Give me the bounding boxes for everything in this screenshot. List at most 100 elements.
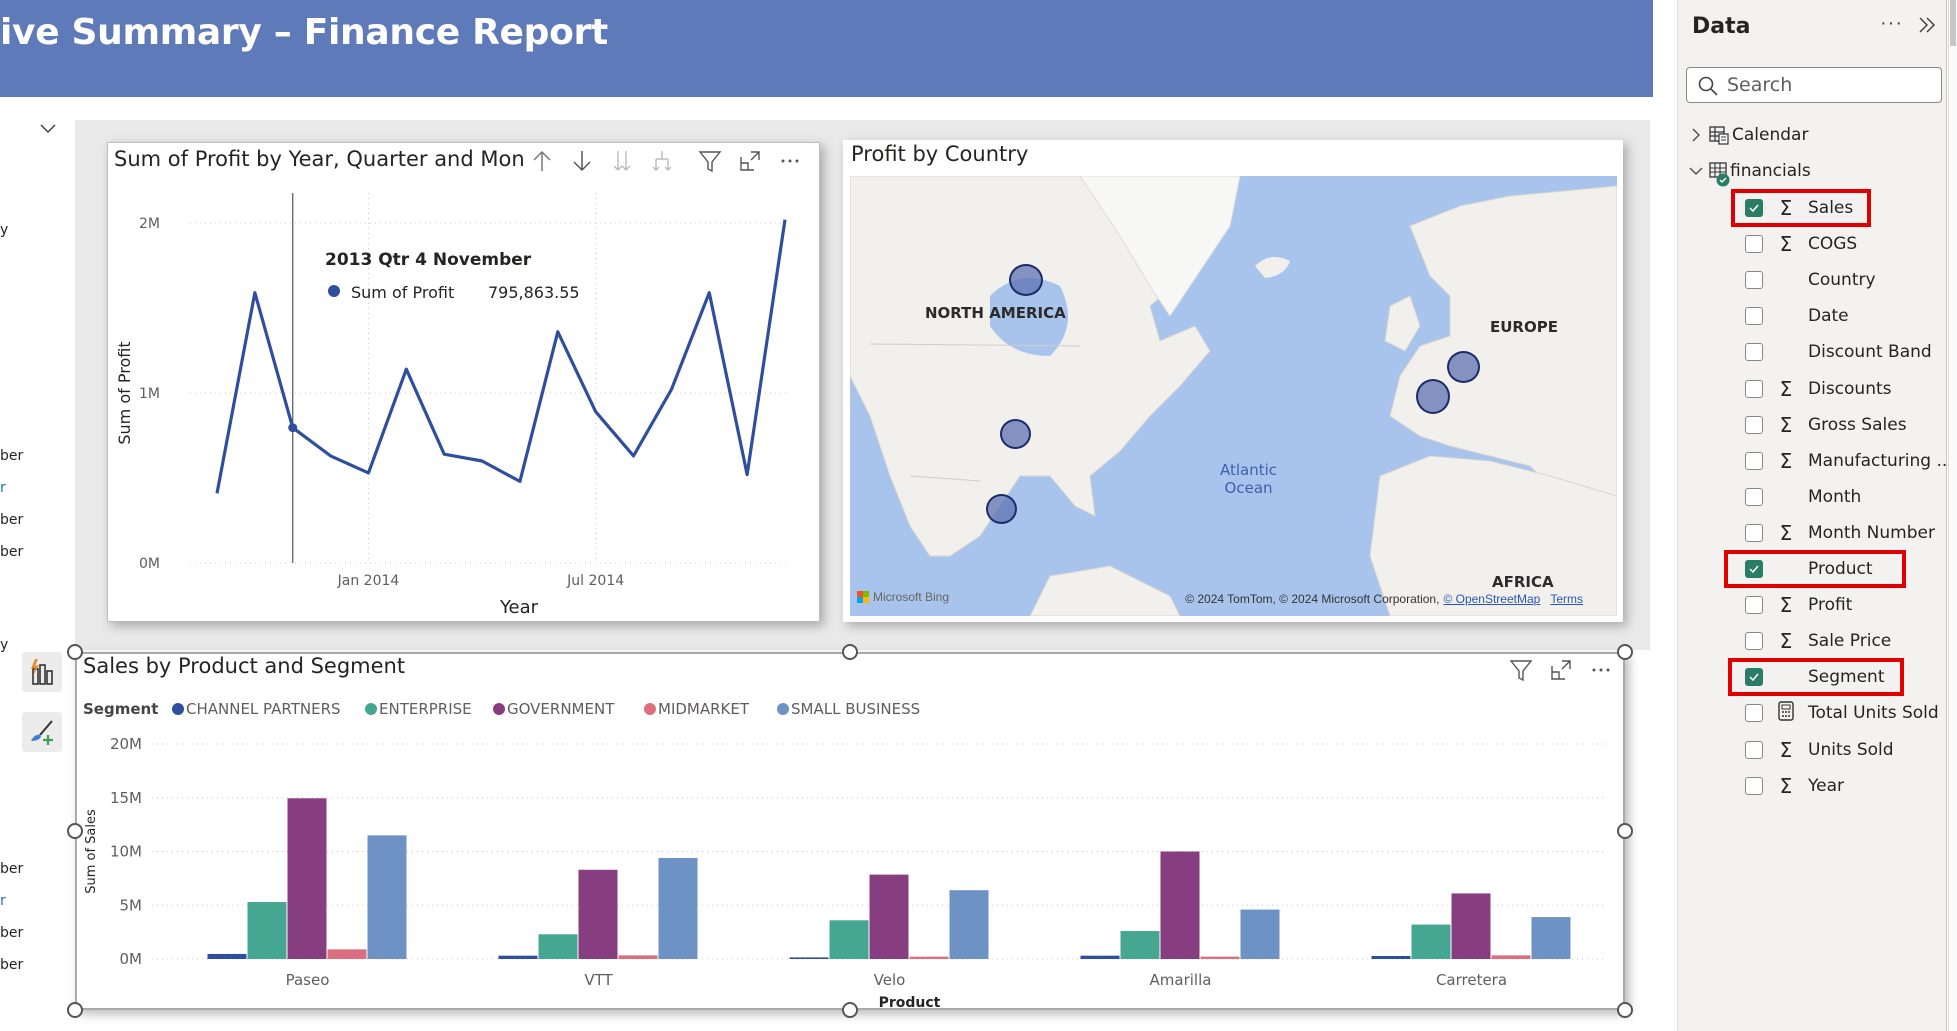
bar-vtt-midmarket[interactable]: [618, 955, 658, 959]
bar-vtt-government[interactable]: [578, 869, 618, 959]
field-profit[interactable]: Σ Profit: [1745, 590, 1852, 620]
bar-paseo-small-business[interactable]: [367, 835, 407, 959]
field-cogs[interactable]: Σ COGS: [1745, 229, 1857, 259]
filter-fragment-text[interactable]: ber: [0, 512, 23, 528]
filter-fragment-text[interactable]: y: [0, 637, 8, 653]
bar-velo-enterprise[interactable]: [829, 920, 869, 959]
resize-handle-bottom-right[interactable]: [1617, 1002, 1633, 1018]
legend-item[interactable]: CHANNEL PARTNERS: [186, 700, 341, 718]
field-total-units-sold[interactable]: Total Units Sold: [1745, 698, 1939, 728]
field-units-sold[interactable]: Σ Units Sold: [1745, 735, 1894, 765]
bar-amarilla-enterprise[interactable]: [1120, 931, 1160, 959]
resize-handle-bottom[interactable]: [842, 1002, 858, 1018]
filter-fragment-text[interactable]: ber: [0, 448, 23, 464]
field-manufacturing[interactable]: Σ Manufacturing ...: [1745, 446, 1953, 476]
bar-velo-midmarket[interactable]: [909, 956, 949, 959]
table-financials[interactable]: financials: [1688, 156, 1811, 187]
filter-fragment-text[interactable]: ber: [0, 544, 23, 560]
bar-amarilla-government[interactable]: [1160, 851, 1200, 960]
legend-item[interactable]: SMALL BUSINESS: [791, 700, 920, 718]
resize-handle-bottom-left[interactable]: [67, 1002, 83, 1018]
field-checkbox[interactable]: [1745, 596, 1763, 615]
field-checkbox[interactable]: [1745, 704, 1763, 723]
field-checkbox[interactable]: [1745, 523, 1763, 542]
chevron-down-icon[interactable]: [38, 118, 58, 138]
bar-carretera-government[interactable]: [1451, 893, 1491, 959]
bar-vtt-small-business[interactable]: [658, 857, 698, 959]
bar-carretera-small-business[interactable]: [1531, 917, 1571, 959]
map-visual[interactable]: Profit by Country NORTH AMERICA EUROPE A…: [843, 140, 1623, 622]
map-bubble-united-states[interactable]: [1000, 419, 1031, 449]
field-gross-sales[interactable]: Σ Gross Sales: [1745, 410, 1907, 440]
legend-item[interactable]: GOVERNMENT: [507, 700, 615, 718]
filter-fragment-text[interactable]: y: [0, 222, 8, 238]
field-discount-band[interactable]: Discount Band: [1745, 337, 1932, 367]
clustered-column-chart-visual[interactable]: Sales by Product and Segment Segment CHAN…: [75, 652, 1625, 1010]
filter-fragment-text[interactable]: ber: [0, 861, 23, 877]
field-checkbox[interactable]: [1745, 632, 1763, 651]
map-bubble-canada[interactable]: [1009, 264, 1043, 296]
data-point[interactable]: [288, 423, 298, 433]
map-bubble-mexico[interactable]: [986, 494, 1017, 524]
field-year[interactable]: Σ Year: [1745, 771, 1844, 801]
chevron-down-icon[interactable]: [1688, 163, 1704, 179]
filter-fragment-text[interactable]: ber: [0, 925, 23, 941]
bar-vtt-enterprise[interactable]: [538, 934, 578, 959]
more-options-icon[interactable]: ···: [1880, 12, 1903, 35]
table-calendar[interactable]: Calendar: [1688, 120, 1808, 150]
bar-chart-plot[interactable]: Segment CHANNEL PARTNERS ENTERPRISE GOVERNM…: [77, 654, 1623, 1008]
resize-handle-top-right[interactable]: [1617, 644, 1633, 660]
field-checkbox[interactable]: [1745, 487, 1763, 506]
format-visual-button[interactable]: [22, 712, 62, 752]
line-chart-plot[interactable]: 0M 1M 2M Jan 2014 Jul 2014 Sum of Profit Year 2…: [108, 143, 821, 623]
bar-amarilla-small-business[interactable]: [1240, 909, 1280, 959]
legend-marker[interactable]: [777, 703, 789, 715]
bar-velo-government[interactable]: [869, 874, 909, 959]
field-discounts[interactable]: Σ Discounts: [1745, 374, 1892, 404]
field-checkbox[interactable]: [1745, 271, 1763, 290]
field-checkbox[interactable]: [1745, 379, 1763, 398]
bar-paseo-government[interactable]: [287, 798, 327, 959]
legend-marker[interactable]: [644, 703, 656, 715]
field-checkbox[interactable]: [1745, 740, 1763, 759]
chevron-right-icon[interactable]: [1688, 127, 1704, 143]
scrollbar-thumb[interactable]: [1950, 0, 1956, 46]
map-canvas[interactable]: NORTH AMERICA EUROPE AFRICA Atlantic Oce…: [850, 176, 1617, 616]
legend-marker[interactable]: [493, 703, 505, 715]
bar-velo-small-business[interactable]: [949, 890, 989, 959]
field-checkbox[interactable]: [1745, 307, 1763, 326]
field-sale-price[interactable]: Σ Sale Price: [1745, 626, 1891, 656]
filter-fragment-text[interactable]: r: [0, 480, 6, 496]
legend-marker[interactable]: [365, 703, 377, 715]
field-checkbox[interactable]: [1745, 235, 1763, 254]
field-checkbox[interactable]: [1745, 343, 1763, 362]
map-bubble-germany[interactable]: [1447, 351, 1480, 383]
legend-marker[interactable]: [172, 703, 184, 715]
legend-item[interactable]: ENTERPRISE: [379, 700, 472, 718]
collapse-pane-icon[interactable]: [1916, 14, 1938, 36]
filter-fragment-text[interactable]: ber: [0, 957, 23, 973]
resize-handle-right[interactable]: [1617, 823, 1633, 839]
map-bubble-france[interactable]: [1416, 379, 1450, 414]
bar-paseo-channel-partners[interactable]: [207, 953, 247, 959]
resize-handle-top[interactable]: [842, 644, 858, 660]
field-checkbox[interactable]: [1745, 451, 1763, 470]
field-date[interactable]: Date: [1745, 301, 1849, 331]
legend-item[interactable]: MIDMARKET: [658, 700, 750, 718]
pane-scrollbar[interactable]: [1948, 0, 1957, 1031]
field-month-number[interactable]: Σ Month Number: [1745, 518, 1935, 548]
field-country[interactable]: Country: [1745, 265, 1876, 295]
bar-vtt-channel-partners[interactable]: [498, 955, 538, 959]
bar-carretera-channel-partners[interactable]: [1371, 955, 1411, 959]
bar-carretera-enterprise[interactable]: [1411, 924, 1451, 959]
bar-paseo-midmarket[interactable]: [327, 949, 367, 959]
bar-amarilla-channel-partners[interactable]: [1080, 955, 1120, 959]
openstreetmap-link[interactable]: © OpenStreetMap: [1443, 592, 1540, 606]
field-checkbox[interactable]: [1745, 415, 1763, 434]
field-checkbox[interactable]: [1745, 776, 1763, 795]
resize-handle-left[interactable]: [67, 823, 83, 839]
field-month[interactable]: Month: [1745, 482, 1861, 512]
terms-link[interactable]: Terms: [1550, 592, 1583, 606]
build-visual-button[interactable]: [22, 652, 62, 692]
filter-fragment-text[interactable]: r: [0, 893, 6, 909]
